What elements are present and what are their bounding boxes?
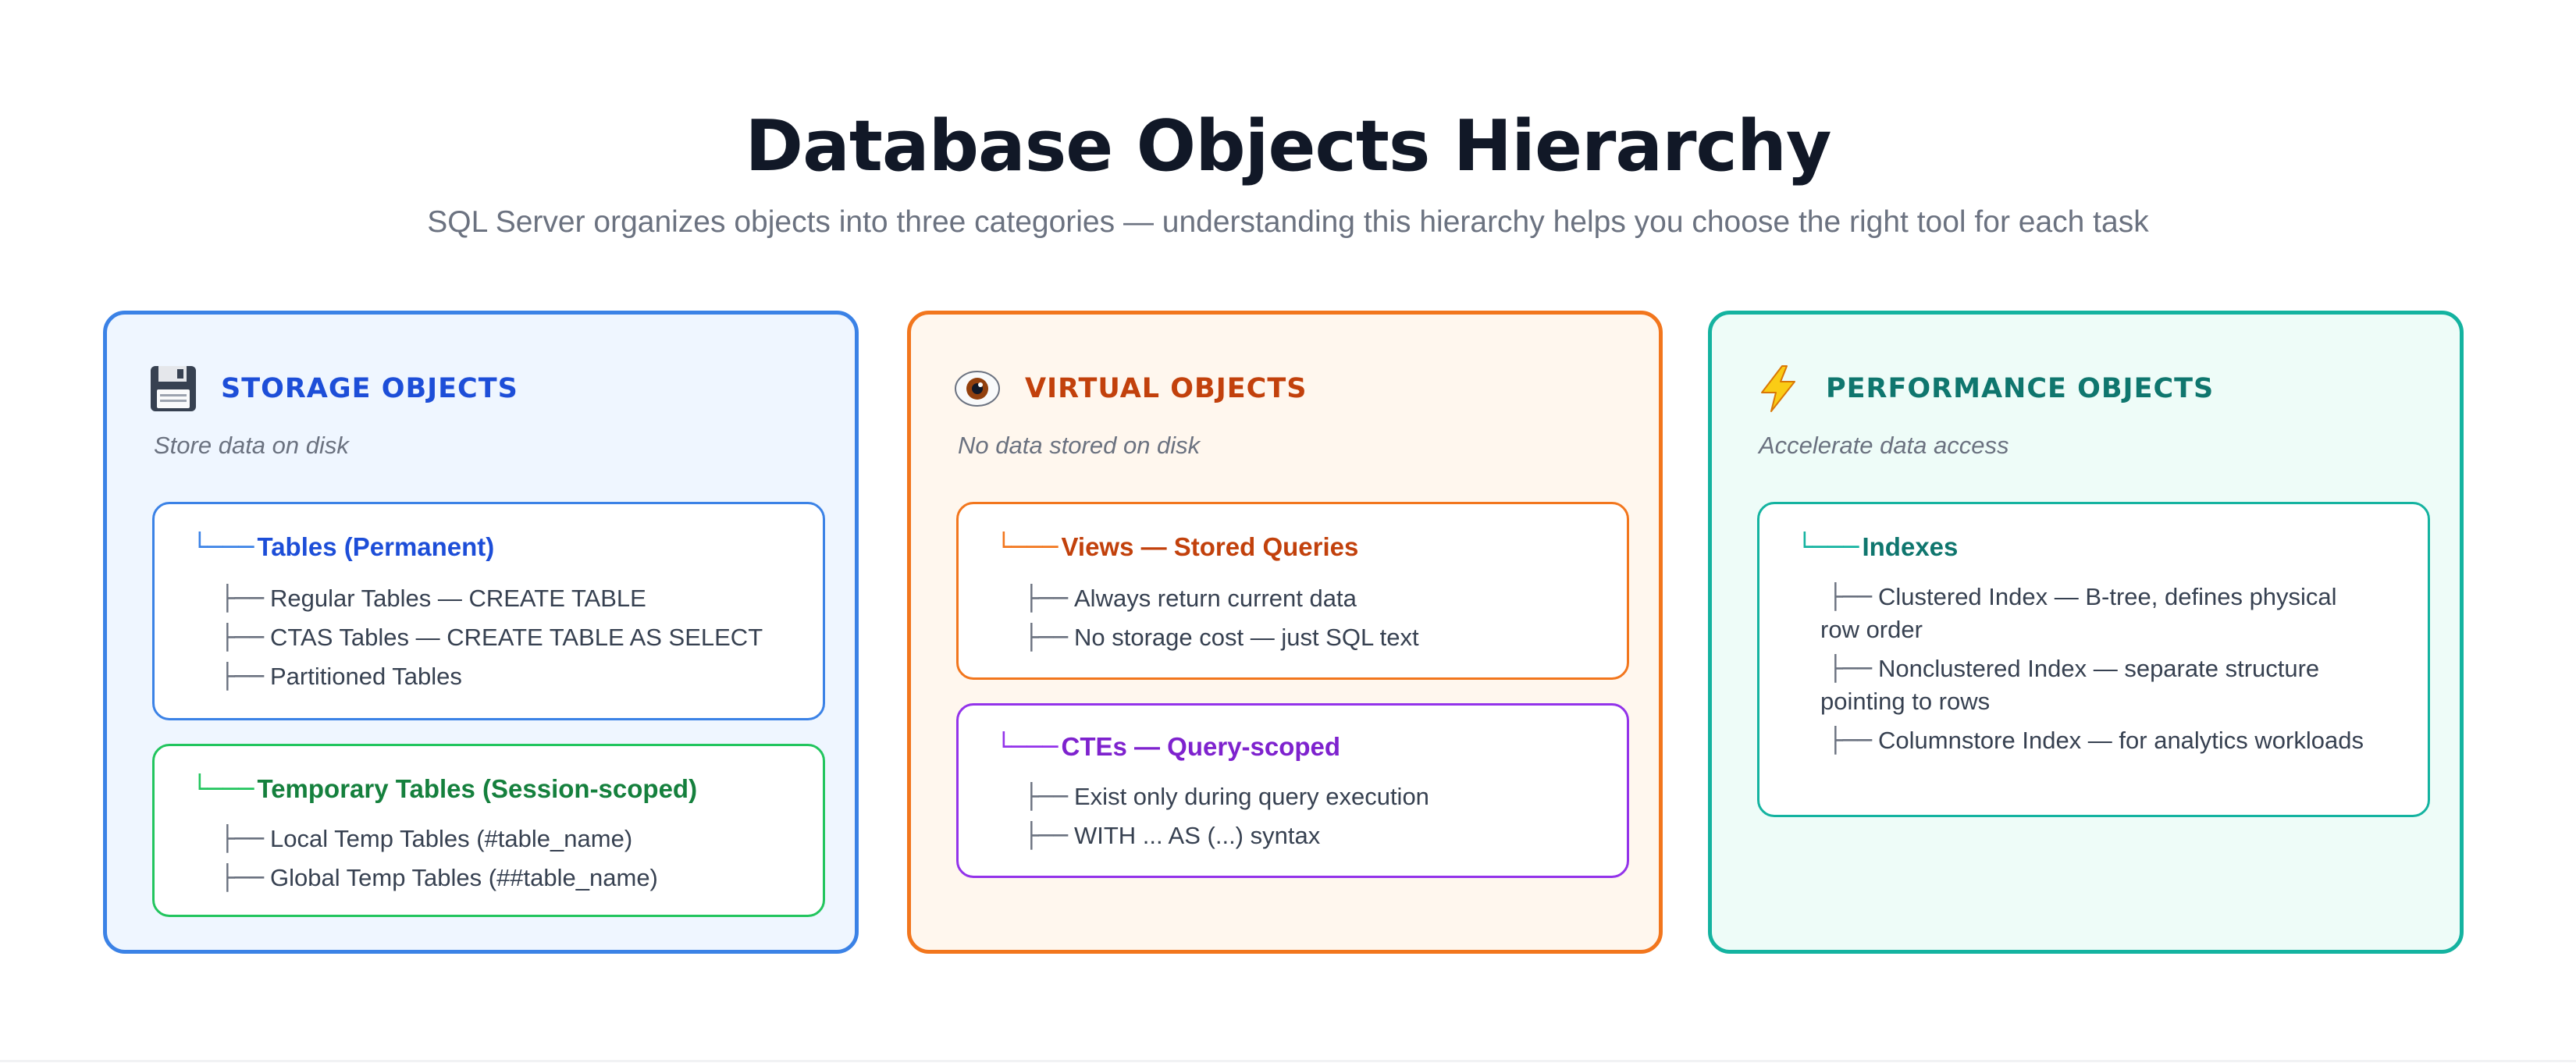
views-card: └─── Views — Stored Queries ├── Always re…: [956, 502, 1629, 680]
temporary-tables-items: ├── Local Temp Tables (#table_name) ├── Gl…: [178, 823, 776, 901]
storage-panel-subtitle: Store data on disk: [154, 432, 349, 459]
card-title-text: Tables (Permanent): [257, 532, 495, 561]
performance-panel-title: PERFORMANCE OBJECTS: [1826, 373, 2215, 404]
indexes-title: └─── Indexes: [1797, 529, 1958, 565]
list-item: ├── Columnstore Index — for analytics wor…: [1828, 727, 2364, 755]
lightning-icon: [1752, 363, 1804, 414]
list-item: ├── WITH ... AS (...) syntax: [1024, 822, 1321, 850]
page-subtitle: SQL Server organizes objects into three …: [427, 205, 2149, 239]
eye-icon: [952, 363, 1003, 414]
storage-panel-title: STORAGE OBJECTS: [221, 373, 518, 404]
card-title-text: Temporary Tables (Session-scoped): [257, 774, 698, 803]
tables-permanent-items: ├── Regular Tables — CREATE TABLE ├── CTAS…: [178, 582, 776, 699]
performance-panel-header: PERFORMANCE OBJECTS: [1752, 361, 2214, 416]
list-item: ├── Global Temp Tables (##table_name): [220, 864, 658, 892]
performance-objects-panel: PERFORMANCE OBJECTS Accelerate data acce…: [1708, 311, 2464, 954]
virtual-panel-title: VIRTUAL OBJECTS: [1025, 373, 1308, 404]
floppy-disk-icon: [148, 363, 199, 414]
ctes-card: └─── CTEs — Query-scoped ├── Exist only d…: [956, 703, 1629, 878]
temporary-tables-card: └─── Temporary Tables (Session-scoped) ├…: [152, 744, 825, 917]
list-item: ├── Exist only during query execution: [1024, 783, 1429, 811]
indexes-items: ├── Clustered Index — B-tree, defines phy…: [1820, 581, 2381, 763]
list-item: ├── Always return current data: [1024, 585, 1357, 613]
tables-permanent-card: └─── Tables (Permanent) ├── Regular Table…: [152, 502, 825, 720]
list-item: ├── CTAS Tables — CREATE TABLE AS SELECT: [220, 624, 763, 652]
tree-branch: └───: [192, 773, 254, 804]
views-items: ├── Always return current data ├── No stor…: [982, 582, 1580, 660]
tree-branch: └───: [1797, 532, 1859, 562]
tree-branch: └───: [192, 532, 254, 562]
card-title-text: Indexes: [1862, 532, 1959, 561]
storage-objects-panel: STORAGE OBJECTS Store data on disk └─── …: [103, 311, 859, 954]
list-item: ├── Nonclustered Index — separate structu…: [1820, 655, 2320, 715]
tree-branch: └───: [996, 532, 1059, 562]
virtual-panel-subtitle: No data stored on disk: [958, 432, 1201, 459]
views-title: └─── Views — Stored Queries: [996, 529, 1358, 565]
indexes-card: └─── Indexes ├── Clustered Index — B-tree…: [1757, 502, 2430, 817]
list-item: ├── No storage cost — just SQL text: [1024, 624, 1419, 652]
virtual-panel-header: VIRTUAL OBJECTS: [952, 361, 1307, 416]
list-item: ├── Partitioned Tables: [220, 663, 462, 691]
list-item: ├── Local Temp Tables (#table_name): [220, 825, 633, 853]
card-title-text: Views — Stored Queries: [1061, 532, 1359, 561]
tables-permanent-title: └─── Tables (Permanent): [192, 529, 494, 565]
performance-panel-subtitle: Accelerate data access: [1759, 432, 2009, 459]
list-item: ├── Clustered Index — B-tree, defines phy…: [1820, 583, 2337, 643]
virtual-objects-panel: VIRTUAL OBJECTS No data stored on disk └…: [907, 311, 1663, 954]
page-title: Database Objects Hierarchy: [745, 105, 1831, 187]
ctes-items: ├── Exist only during query execution ├──…: [982, 780, 1580, 859]
list-item: ├── Regular Tables — CREATE TABLE: [220, 585, 646, 613]
bottom-divider: [0, 1060, 2576, 1062]
tree-branch: └───: [996, 731, 1059, 762]
temporary-tables-title: └─── Temporary Tables (Session-scoped): [192, 771, 697, 807]
card-title-text: CTEs — Query-scoped: [1061, 732, 1341, 761]
storage-panel-header: STORAGE OBJECTS: [148, 361, 518, 416]
ctes-title: └─── CTEs — Query-scoped: [996, 729, 1340, 765]
